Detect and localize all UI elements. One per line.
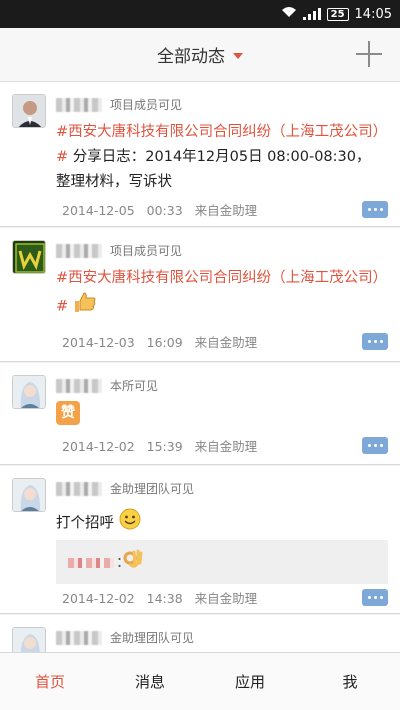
page-title: 全部动态 — [157, 47, 225, 67]
post-date: 2014-12-02 — [62, 591, 135, 606]
post-content: 打个招呼 — [56, 508, 382, 539]
post-source: 来自金助理 — [194, 439, 258, 454]
avatar[interactable] — [12, 627, 46, 652]
post-source: 来自金助理 — [194, 203, 258, 218]
visibility-label: 项目成员可见 — [110, 244, 183, 258]
battery-icon: 25 — [326, 7, 349, 21]
user-name-blurred[interactable] — [56, 379, 102, 393]
post-time: 15:39 — [146, 439, 183, 454]
user-name-blurred[interactable] — [56, 98, 102, 112]
reply-user-blurred[interactable] — [68, 558, 114, 568]
more-options-button[interactable] — [362, 589, 388, 606]
post-text: 分享日志：2014年12月05日 08:00-08:30，整理材料，写诉状 — [56, 149, 371, 190]
feed-post: 项目成员可见 #西安大唐科技有限公司合同纠纷（上海工茂公司）# 分享日志：201… — [0, 82, 400, 227]
feed-post: 本所可见 赞 2014-12-02 15:39 来自金助理 — [0, 363, 400, 465]
reply-box[interactable]: ： — [56, 540, 388, 584]
status-bar: 25 14:05 — [0, 0, 400, 28]
header: 全部动态 — [0, 28, 400, 82]
feed-post: 金助理团队可见 — [0, 615, 400, 652]
post-meta: 2014-12-02 15:39 来自金助理 — [62, 436, 257, 455]
feed-post: 项目成员可见 #西安大唐科技有限公司合同纠纷（上海工茂公司）# 2014-12-… — [0, 228, 400, 362]
visibility-label: 金助理团队可见 — [110, 482, 195, 496]
post-content: 赞 — [56, 401, 382, 426]
like-sticker-icon: 赞 — [56, 401, 80, 425]
smiley-icon — [119, 508, 141, 539]
post-date: 2014-12-05 — [62, 203, 135, 218]
post-text: 打个招呼 — [56, 515, 114, 532]
bottom-tab-bar: 首页 消息 应用 我 — [0, 652, 400, 710]
add-post-button[interactable] — [356, 41, 382, 67]
tab-messages[interactable]: 消息 — [100, 653, 200, 710]
post-time: 16:09 — [146, 335, 183, 350]
more-options-button[interactable] — [362, 333, 388, 350]
status-time: 14:05 — [354, 6, 392, 22]
user-name-blurred[interactable] — [56, 482, 102, 496]
caret-down-icon — [233, 52, 243, 59]
tab-home[interactable]: 首页 — [0, 653, 100, 710]
avatar[interactable] — [12, 94, 46, 128]
avatar[interactable] — [12, 240, 46, 274]
more-options-button[interactable] — [362, 201, 388, 218]
wifi-icon — [281, 6, 297, 22]
signal-icon — [302, 8, 321, 20]
activity-feed[interactable]: 项目成员可见 #西安大唐科技有限公司合同纠纷（上海工茂公司）# 分享日志：201… — [0, 82, 400, 652]
post-time: 14:38 — [146, 591, 183, 606]
tab-me[interactable]: 我 — [300, 653, 400, 710]
feed-post: 金助理团队可见 打个招呼 ： 2014-12-02 14:38 来自金助理 — [0, 466, 400, 614]
visibility-label: 项目成员可见 — [110, 98, 183, 112]
avatar[interactable] — [12, 478, 46, 512]
post-meta: 2014-12-05 00:33 来自金助理 — [62, 200, 257, 219]
post-time: 00:33 — [146, 203, 183, 218]
post-content: #西安大唐科技有限公司合同纠纷（上海工茂公司）# — [56, 266, 382, 322]
post-content: #西安大唐科技有限公司合同纠纷（上海工茂公司）# 分享日志：2014年12月05… — [56, 120, 382, 195]
avatar[interactable] — [12, 375, 46, 409]
user-name-blurred[interactable] — [56, 244, 102, 258]
user-name-blurred[interactable] — [56, 631, 102, 645]
post-date: 2014-12-02 — [62, 439, 135, 454]
filter-dropdown[interactable]: 全部动态 — [157, 42, 243, 67]
post-source: 来自金助理 — [194, 591, 258, 606]
visibility-label: 金助理团队可见 — [110, 631, 195, 645]
post-meta: 2014-12-02 14:38 来自金助理 — [62, 588, 257, 607]
topic-link[interactable]: #西安大唐科技有限公司合同纠纷（上海工茂公司）# — [56, 270, 380, 315]
post-meta: 2014-12-03 16:09 来自金助理 — [62, 332, 257, 351]
post-source: 来自金助理 — [194, 335, 258, 350]
tab-apps[interactable]: 应用 — [200, 653, 300, 710]
ok-hand-icon — [122, 548, 144, 576]
thumbs-up-icon — [73, 291, 97, 322]
visibility-label: 本所可见 — [110, 379, 159, 393]
post-date: 2014-12-03 — [62, 335, 135, 350]
more-options-button[interactable] — [362, 437, 388, 454]
